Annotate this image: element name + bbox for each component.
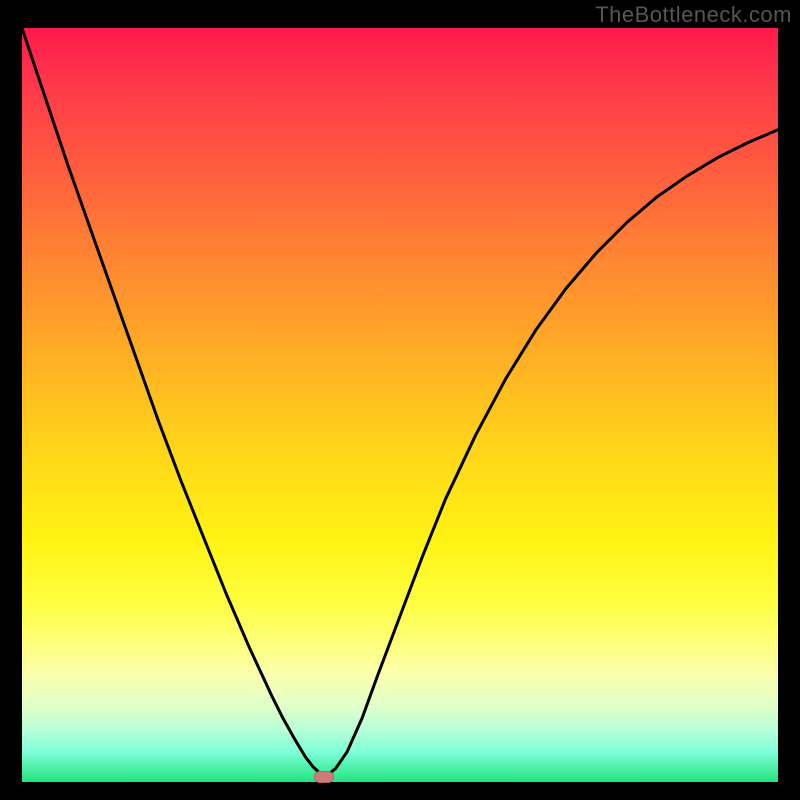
optimal-point-marker <box>314 771 334 783</box>
curve-path <box>22 28 778 778</box>
chart-frame: TheBottleneck.com <box>0 0 800 800</box>
watermark-text: TheBottleneck.com <box>595 2 792 28</box>
bottleneck-curve <box>22 28 778 782</box>
plot-outer <box>22 28 778 782</box>
